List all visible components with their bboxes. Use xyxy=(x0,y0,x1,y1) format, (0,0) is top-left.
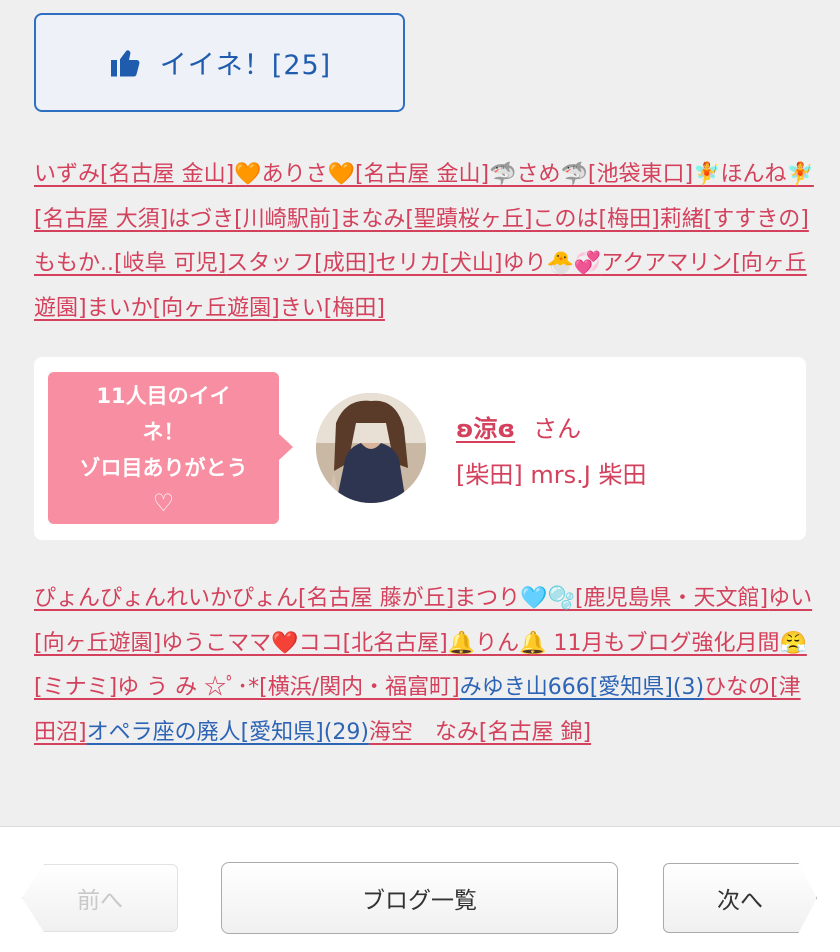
like-button[interactable]: イイネ！[25] xyxy=(34,13,405,112)
card-name: ʚ涼ɞ さん xyxy=(456,409,581,444)
heart-icon: ♡ xyxy=(152,489,175,517)
bubble-line-3: ゾロ目ありがとう xyxy=(79,456,248,480)
next-button[interactable]: 次へ xyxy=(663,863,817,933)
liker-link[interactable]: いずみ[名古屋 金山] xyxy=(34,162,234,187)
bubble-line-2: ネ！ xyxy=(142,420,185,444)
liker-link[interactable]: みゆき山666[愛知県](3) xyxy=(460,675,704,700)
liker-link[interactable]: ゆり🐣💞 xyxy=(503,251,602,276)
card-store: [柴田] mrs.J 柴田 xyxy=(456,461,647,489)
liker-link[interactable]: 🦈さめ🦈[池袋東口] xyxy=(489,162,693,187)
avatar[interactable] xyxy=(316,393,426,503)
liker-link[interactable]: はづき[川崎駅前] xyxy=(168,207,339,232)
thumbs-up-icon xyxy=(110,49,140,76)
liker-link[interactable]: まいか[向ヶ丘遊園] xyxy=(87,296,280,321)
liker-link[interactable]: このは[梅田] xyxy=(533,207,660,232)
liker-link[interactable]: きい[梅田] xyxy=(280,296,385,321)
liker-link[interactable]: ゆ う み ☆ﾟ･*[横浜/関内・福富町] xyxy=(117,675,460,700)
prev-button[interactable]: 前へ xyxy=(22,864,178,932)
liker-link[interactable]: まなみ[聖蹟桜ヶ丘] xyxy=(339,207,532,232)
blog-list-button[interactable]: ブログ一覧 xyxy=(221,862,618,934)
liker-link[interactable]: スタッフ[成田] xyxy=(226,251,375,276)
liker-link[interactable]: 莉緒[すすきの] xyxy=(660,207,809,232)
likers-list-top: いずみ[名古屋 金山]🧡ありさ🧡[名古屋 金山]🦈さめ🦈[池袋東口]🧚ほんね🧚[… xyxy=(34,153,814,331)
liker-name-link[interactable]: ʚ涼ɞ xyxy=(456,415,515,443)
liker-link[interactable]: 🧡ありさ🧡[名古屋 金山] xyxy=(234,162,489,187)
bubble-line-1: 11人目のイイ xyxy=(96,384,231,408)
liker-link[interactable]: ももか..[岐阜 可児] xyxy=(34,251,226,276)
like-label: イイネ！[25] xyxy=(159,50,332,81)
name-suffix: さん xyxy=(533,415,582,443)
liker-link[interactable]: オペラ座の廃人[愛知県](29) xyxy=(87,720,369,745)
liker-link[interactable]: ぴょんぴょんれいかぴょん[名古屋 藤が丘] xyxy=(34,586,454,611)
liker-link[interactable]: まつり🩵🫧[鹿児島県・天文館] xyxy=(454,586,768,611)
liker-link[interactable]: 海空 なみ[名古屋 錦] xyxy=(369,720,591,745)
kiriban-card: 11人目のイイ ネ！ ゾロ目ありがとう ♡ ʚ涼ɞ さん [柴田] mrs.J 柴… xyxy=(34,357,806,540)
footer-nav: 前へ ブログ一覧 次へ xyxy=(0,826,840,952)
liker-link[interactable]: セリカ[犬山] xyxy=(375,251,502,276)
kiriban-bubble: 11人目のイイ ネ！ ゾロ目ありがとう ♡ xyxy=(48,372,293,524)
liker-link[interactable]: ゆうこママ❤️ココ[北名古屋] xyxy=(161,631,448,656)
likers-list-bottom: ぴょんぴょんれいかぴょん[名古屋 藤が丘]まつり🩵🫧[鹿児島県・天文館]ゆい[向… xyxy=(34,577,814,755)
